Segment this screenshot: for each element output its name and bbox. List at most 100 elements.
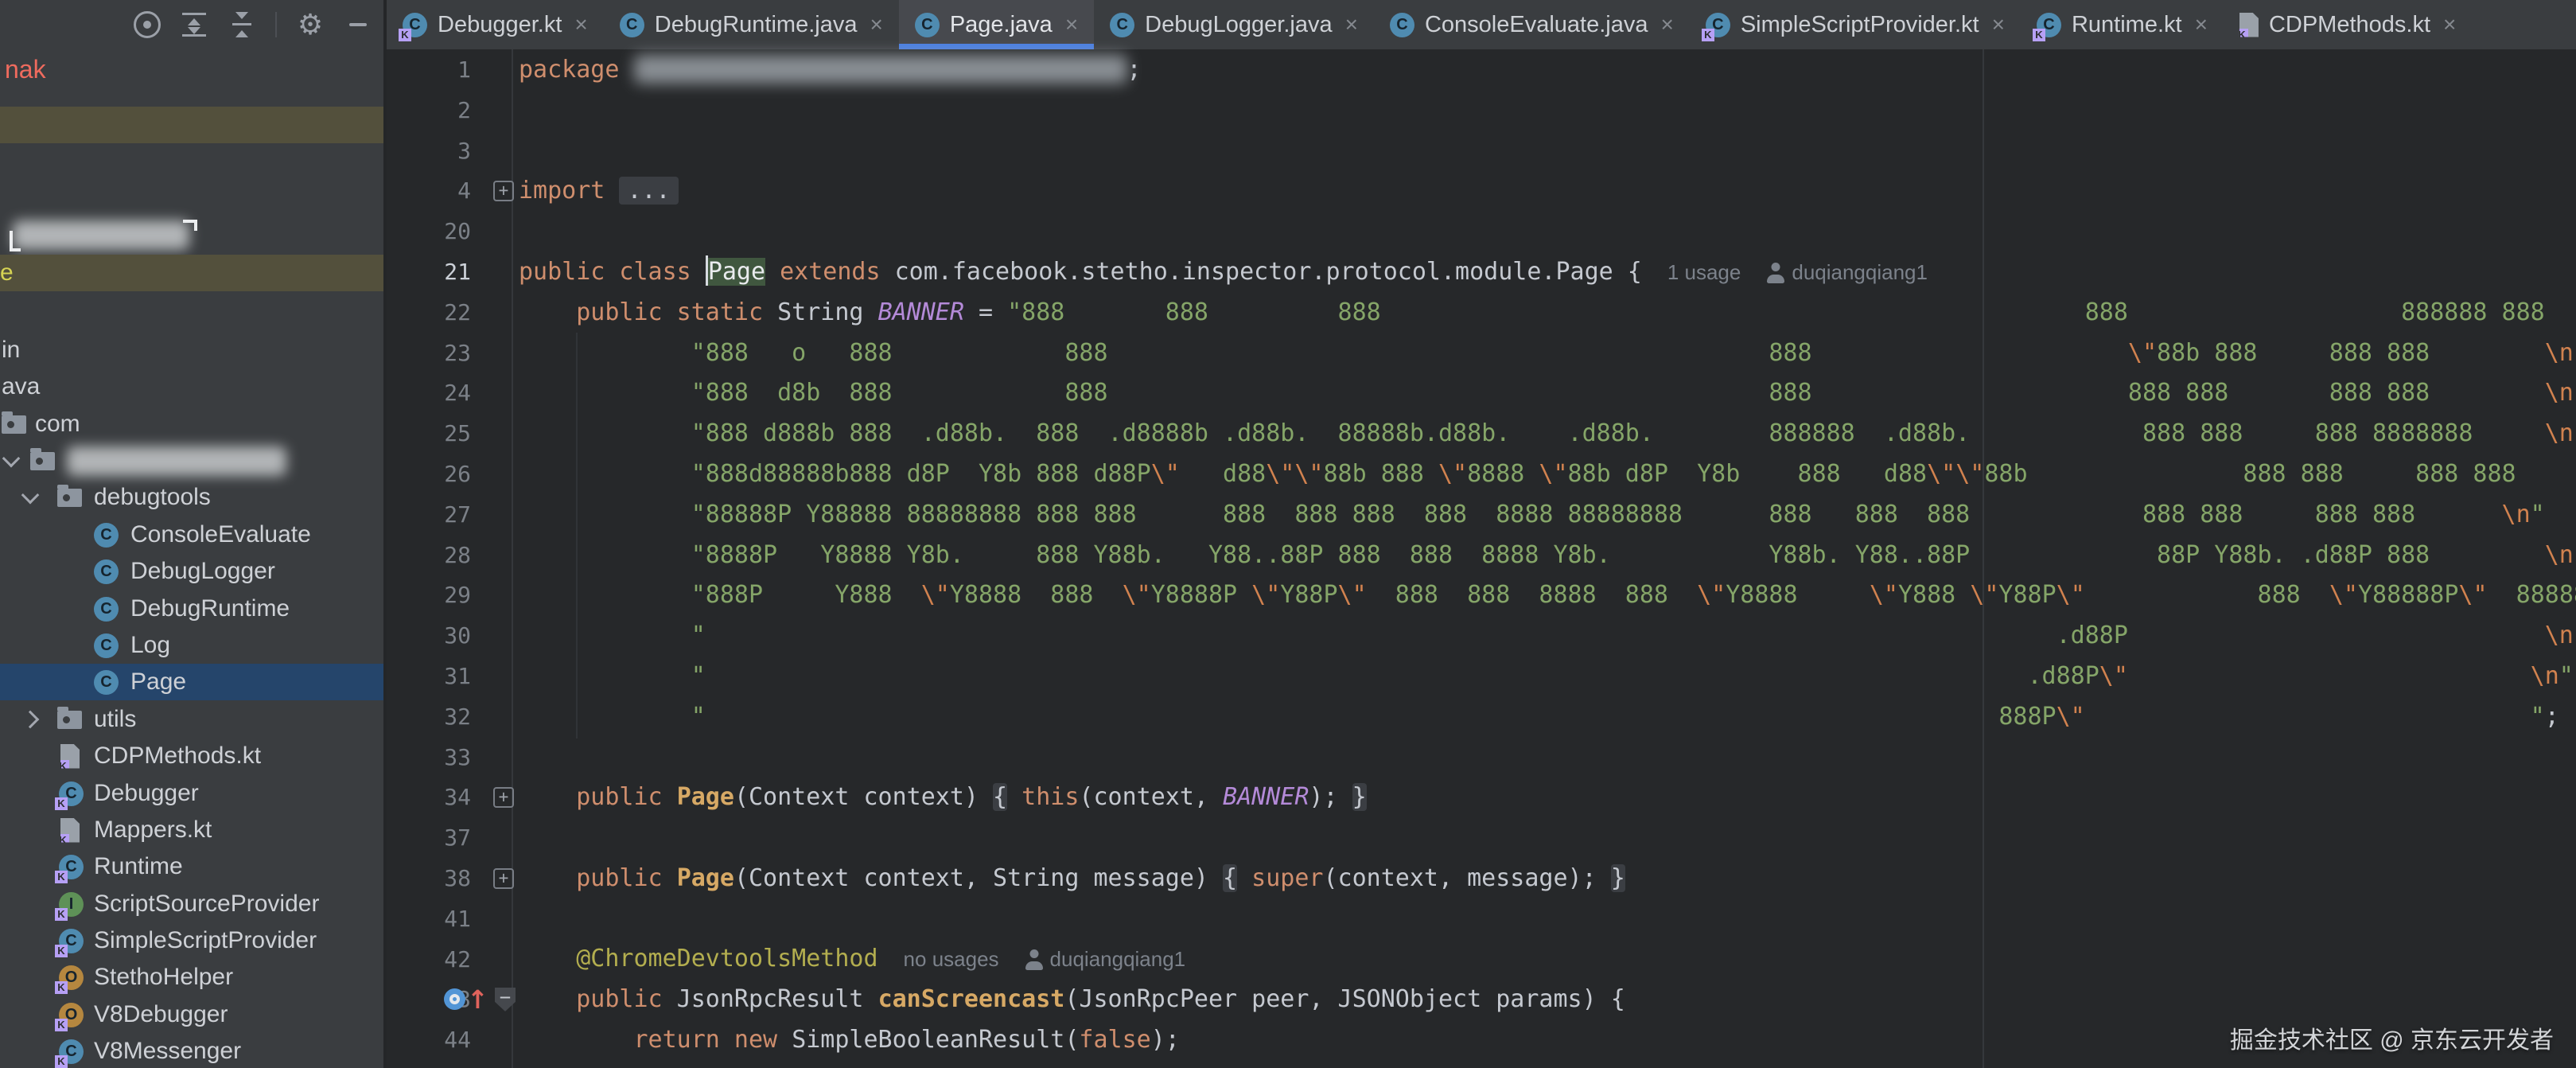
editor-line-20[interactable]: 20 (387, 211, 2576, 251)
tab-DebugRuntime.java[interactable]: CDebugRuntime.java× (604, 0, 899, 49)
editor-line-1[interactable]: 1package ; (387, 49, 2576, 90)
code-text[interactable]: import ... (519, 170, 679, 211)
line-number[interactable]: 27 (387, 501, 482, 528)
tab-close-icon[interactable]: × (1660, 12, 1673, 37)
editor-line-2[interactable]: 2 (387, 90, 2576, 131)
line-number[interactable]: 4 (387, 177, 482, 204)
editor-line-38[interactable]: 38+ public Page(Context context, String … (387, 858, 2576, 898)
chevron-down-icon[interactable] (21, 486, 40, 505)
code-text[interactable]: public Page(Context context) { this(cont… (519, 777, 1367, 817)
editor-line-26[interactable]: 26 "888d88888b888 d8P Y8b 888 d88P\" d88… (387, 454, 2576, 494)
editor-line-22[interactable]: 22 public static String BANNER = "888 88… (387, 292, 2576, 333)
tab-close-icon[interactable]: × (870, 12, 882, 37)
line-number[interactable]: 33 (387, 744, 482, 770)
code-text[interactable]: " .d88P\" \n" (519, 656, 2574, 696)
expand-all-icon[interactable] (180, 10, 208, 39)
editor-line-29[interactable]: 29 "888P Y888 \"Y8888 888 \"Y8888P \"Y88… (387, 575, 2576, 615)
line-number[interactable]: 38 (387, 865, 482, 891)
editor-line-31[interactable]: 31 " .d88P\" \n" (387, 656, 2576, 696)
code-text[interactable]: "888 o 888 888 888 \"88b 888 888 888 \n" (519, 333, 2576, 373)
code-text[interactable]: "888 d888b 888 .d88b. 888 .d8888b .d88b.… (519, 413, 2576, 454)
tab-close-icon[interactable]: × (574, 12, 587, 37)
editor-line-4[interactable]: 4 +import ... (387, 170, 2576, 211)
locate-icon[interactable] (134, 11, 161, 38)
code-text[interactable]: public static String BANNER = "888 888 8… (519, 292, 2545, 333)
chevron-right-icon[interactable] (21, 711, 40, 729)
tree-item-StethoHelper[interactable]: OKStethoHelper (0, 959, 383, 996)
editor-line-28[interactable]: 28 "8888P Y8888 Y8b. 888 Y88b. Y88..88P … (387, 535, 2576, 575)
chevron-down-icon[interactable] (2, 450, 21, 468)
editor-line-3[interactable]: 3 (387, 131, 2576, 171)
line-number[interactable]: 23 (387, 340, 482, 366)
code-text[interactable]: " .d88P \n" (519, 615, 2576, 656)
editor-line-41[interactable]: 41 (387, 898, 2576, 939)
tree-item-redacted[interactable] (0, 442, 383, 479)
editor-line-23[interactable]: 23 "888 o 888 888 888 \"88b 888 888 888 … (387, 333, 2576, 373)
tree-item-Runtime[interactable]: CKRuntime (0, 848, 383, 885)
line-number[interactable]: 28 (387, 542, 482, 568)
tree-item-Mappers.kt[interactable]: KMappers.kt (0, 812, 383, 848)
tree-item-ConsoleEvaluate[interactable]: CConsoleEvaluate (0, 516, 383, 553)
tab-close-icon[interactable]: × (1345, 12, 1358, 37)
hide-icon[interactable] (344, 10, 372, 39)
line-number[interactable]: 21 (387, 259, 482, 285)
tab-Debugger.kt[interactable]: CKDebugger.kt× (387, 0, 604, 49)
code-text[interactable]: public Page(Context context, String mess… (519, 858, 1625, 898)
settings-icon[interactable]: ⚙ (296, 10, 325, 39)
fold-expand-icon[interactable]: + (493, 787, 514, 808)
editor-line-37[interactable]: 37 (387, 817, 2576, 858)
line-number[interactable]: 22 (387, 299, 482, 325)
tree-item-DebugLogger[interactable]: CDebugLogger (0, 553, 383, 590)
line-number[interactable]: 42 (387, 946, 482, 973)
editor-line-42[interactable]: 42 @ChromeDevtoolsMethodno usagesduqiang… (387, 939, 2576, 980)
tree-item-utils[interactable]: utils (0, 701, 383, 738)
tab-close-icon[interactable]: × (1992, 12, 2005, 37)
line-number[interactable]: 20 (387, 218, 482, 244)
editor-line-24[interactable]: 24 "888 d8b 888 888 888 888 888 888 888 … (387, 372, 2576, 413)
tree-item-in[interactable]: in (0, 332, 383, 368)
tab-DebugLogger.java[interactable]: CDebugLogger.java× (1094, 0, 1374, 49)
code-text[interactable]: public class Page extends com.facebook.s… (519, 251, 1928, 293)
tab-Page.java[interactable]: CPage.java× (899, 0, 1094, 49)
tree-item-V8Messenger[interactable]: CKV8Messenger (0, 1033, 383, 1068)
fold-collapse-icon[interactable]: − (495, 988, 516, 1011)
tree-item-com[interactable]: com (0, 406, 383, 442)
code-text[interactable]: "8888P Y8888 Y8b. 888 Y88b. Y88..88P 888… (519, 535, 2576, 575)
tab-SimpleScriptProvider.kt[interactable]: CKSimpleScriptProvider.kt× (1690, 0, 2021, 49)
line-number[interactable]: 24 (387, 380, 482, 406)
editor-line-21[interactable]: 21 public class Page extends com.facebook… (387, 251, 2576, 292)
tree-item-Debugger[interactable]: CKDebugger (0, 775, 383, 812)
tab-Runtime.kt[interactable]: CKRuntime.kt× (2021, 0, 2224, 49)
tree-item-ava[interactable]: ava (0, 368, 383, 405)
fold-expand-icon[interactable]: + (493, 181, 514, 201)
code-text[interactable]: public JsonRpcResult canScreencast(JsonR… (519, 979, 1625, 1019)
line-number[interactable]: 37 (387, 824, 482, 851)
tree-item-debugtools[interactable]: debugtools (0, 479, 383, 516)
editor-line-43[interactable]: 43−↑ public JsonRpcResult canScreencast(… (387, 979, 2576, 1019)
code-text[interactable]: "88888P Y88888 88888888 888 888 888 888 … (519, 494, 2545, 535)
panel-editor-divider[interactable] (383, 0, 387, 1068)
code-text[interactable]: "888 d8b 888 888 888 888 888 888 888 \n" (519, 372, 2576, 413)
editor-line-27[interactable]: 27 "88888P Y88888 88888888 888 888 888 8… (387, 494, 2576, 535)
tab-close-icon[interactable]: × (2195, 12, 2208, 37)
code-editor[interactable]: 1package ;234+import ...2021public class… (387, 49, 2576, 1068)
code-text[interactable]: @ChromeDevtoolsMethodno usagesduqiangqia… (519, 938, 1185, 980)
tab-ConsoleEvaluate.java[interactable]: CConsoleEvaluate.java× (1374, 0, 1690, 49)
tab-CDPMethods.kt[interactable]: KCDPMethods.kt× (2224, 0, 2472, 49)
line-number[interactable]: 44 (387, 1027, 482, 1053)
tree-item-DebugRuntime[interactable]: CDebugRuntime (0, 591, 383, 627)
line-number[interactable]: 34 (387, 784, 482, 810)
line-number[interactable]: 41 (387, 906, 482, 932)
collapse-all-icon[interactable] (228, 10, 256, 39)
code-text[interactable]: "888P Y888 \"Y8888 888 \"Y8888P \"Y88P\"… (519, 575, 2576, 615)
editor-line-30[interactable]: 30 " .d88P \n" (387, 615, 2576, 656)
tree-item-ScriptSourceProvider[interactable]: IKScriptSourceProvider (0, 886, 383, 922)
line-number[interactable]: 31 (387, 663, 482, 689)
line-number[interactable]: 26 (387, 461, 482, 487)
tree-item-Log[interactable]: CLog (0, 627, 383, 664)
editor-line-25[interactable]: 25 "888 d888b 888 .d88b. 888 .d8888b .d8… (387, 413, 2576, 454)
line-number[interactable]: 30 (387, 622, 482, 649)
code-text[interactable]: "888d88888b888 d8P Y8b 888 d88P\" d88\"\… (519, 454, 2516, 494)
line-number[interactable]: 29 (387, 582, 482, 608)
editor-line-33[interactable]: 33 (387, 737, 2576, 778)
